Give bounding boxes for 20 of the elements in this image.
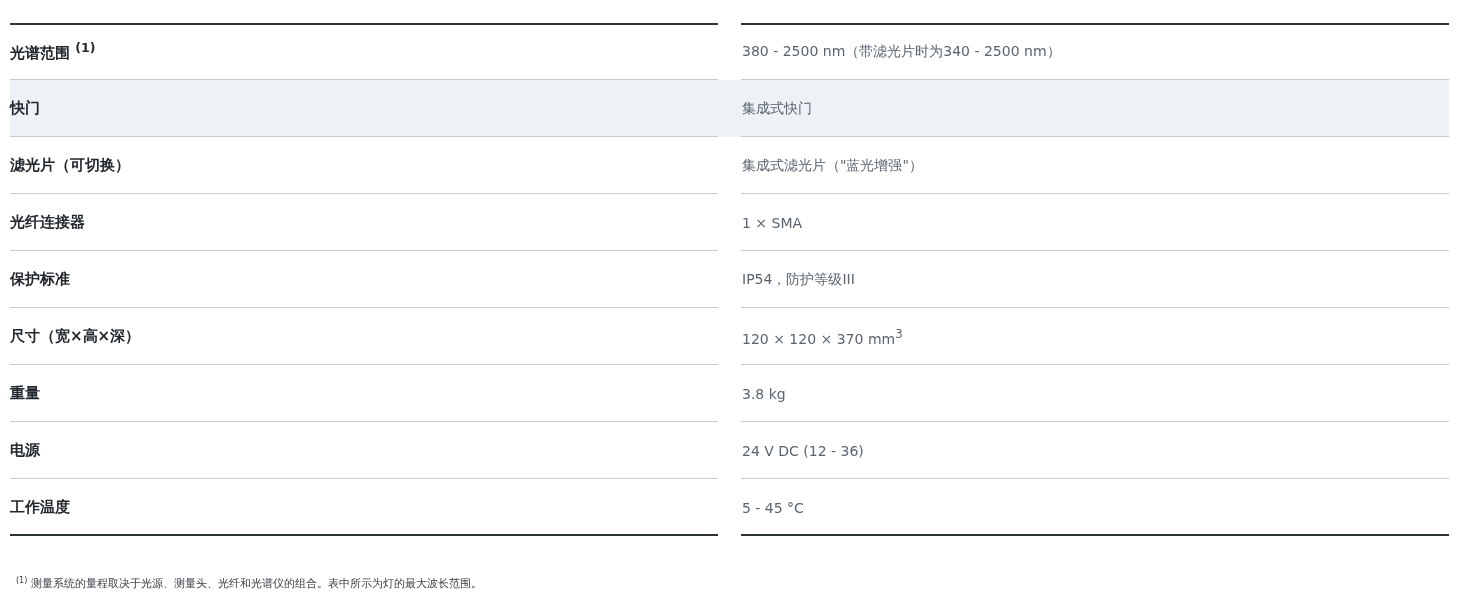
spec-label: 工作温度 — [10, 498, 70, 517]
spec-value: 5 - 45 °C — [742, 499, 804, 516]
spec-value: 3.8 kg — [742, 385, 786, 402]
spec-label: 光纤连接器 — [10, 213, 85, 232]
spec-label: 重量 — [10, 384, 40, 403]
spec-value: 集成式滤光片（"蓝光增强"） — [742, 156, 923, 175]
footnote-mark: (1) — [16, 576, 28, 585]
spec-value: 24 V DC (12 - 36) — [742, 442, 864, 459]
spec-label: 电源 — [10, 441, 40, 460]
spec-label: 滤光片（可切换） — [10, 156, 130, 175]
spec-label: 光谱范围 $^{(1)}$ — [10, 40, 96, 63]
spec-value: 120 × 120 × 370 mm$^{3}$ — [742, 326, 903, 347]
spec-value: 1 × SMA — [742, 214, 803, 231]
spec-value: 集成式快门 — [742, 99, 812, 118]
spec-value: 380 - 2500 nm（带滤光片时为340 - 2500 nm） — [742, 42, 1061, 61]
spec-value: IP54，防护等级III — [742, 270, 855, 289]
spec-label: 快门 — [10, 99, 40, 118]
spec-label: 保护标准 — [10, 270, 70, 289]
spec-label: 尺寸（宽×高×深） — [10, 327, 141, 346]
footnote-text: 测量系统的量程取决于光源、测量头、光纤和光谱仪的组合。表中所示为灯的最大波长范围。 — [31, 576, 483, 591]
